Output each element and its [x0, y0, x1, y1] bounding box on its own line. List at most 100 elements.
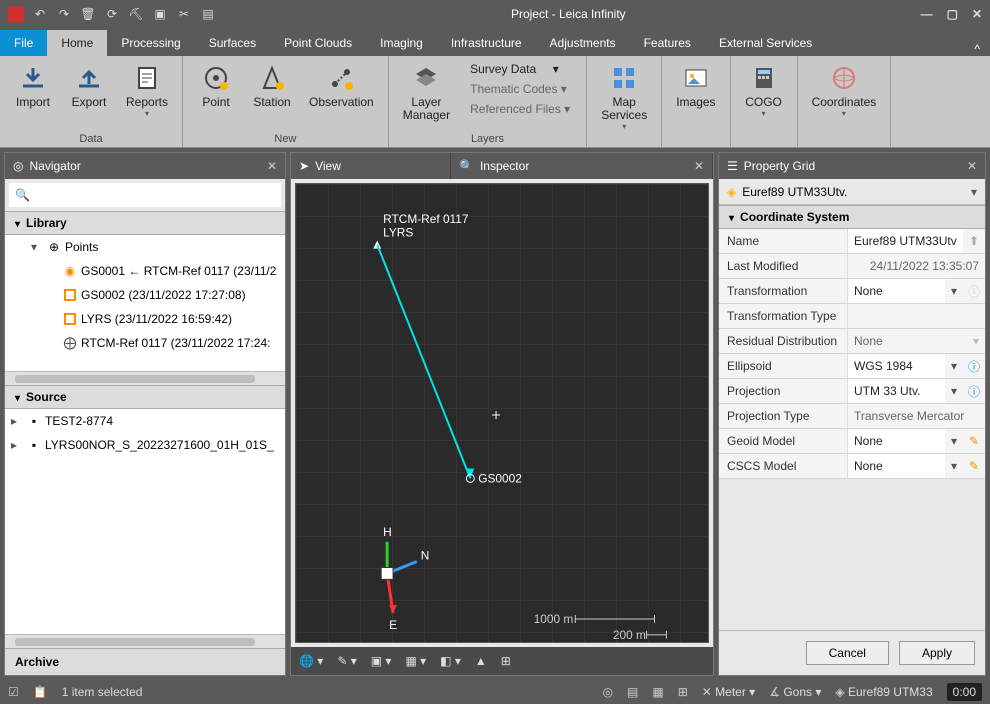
view-canvas[interactable]: RTCM-Ref 0117 LYRS GS0002 H N E — [295, 183, 709, 643]
observation-button[interactable]: Observation — [303, 58, 380, 113]
pin-icon[interactable]: ✕ — [267, 159, 277, 173]
map-services-icon — [608, 62, 640, 94]
source-item[interactable]: ▸▪ TEST2-8774 — [5, 409, 285, 433]
reports-icon — [131, 62, 163, 94]
view-title: View — [315, 159, 341, 173]
tab-file[interactable]: File — [0, 30, 47, 56]
tab-processing[interactable]: Processing — [107, 30, 194, 56]
source-item[interactable]: ▸▪ LYRS00NOR_S_20223271600_01H_01S_ — [5, 433, 285, 457]
tab-surfaces[interactable]: Surfaces — [195, 30, 270, 56]
point-item[interactable]: GS0002 (23/11/2022 17:27:08) — [5, 283, 285, 307]
info-icon[interactable]: ⓘ — [963, 383, 985, 400]
upload-icon[interactable]: ⬆ — [963, 234, 985, 248]
scrollbar[interactable] — [5, 634, 285, 648]
export-button[interactable]: Export — [64, 58, 114, 122]
cscs-select[interactable]: None — [847, 454, 945, 478]
clipboard-icon: 📋 — [33, 685, 48, 699]
transformation-select[interactable]: None — [847, 279, 945, 303]
point-item[interactable]: LYRS (23/11/2022 16:59:42) — [5, 307, 285, 331]
tab-infrastructure[interactable]: Infrastructure — [437, 30, 536, 56]
archive-header[interactable]: Archive — [5, 648, 285, 675]
import-button[interactable]: Import — [8, 58, 58, 122]
pin-icon[interactable]: ✕ — [694, 159, 704, 173]
tools-icon[interactable]: ✂ — [176, 6, 192, 22]
apply-button[interactable]: Apply — [899, 641, 975, 665]
ribbon-collapse-button[interactable]: ^ — [964, 42, 990, 56]
view-panel: ➤ View 🔍 Inspector ✕ RTCM-Ref 0117 LYRS … — [290, 152, 714, 676]
edit-icon[interactable]: ✎ — [963, 434, 985, 448]
nav-tool-icon[interactable]: ✎ ▾ — [337, 654, 356, 668]
ellipsoid-select[interactable]: WGS 1984 — [847, 354, 945, 378]
cogo-button[interactable]: COGO▾ — [739, 58, 789, 122]
cube-icon[interactable]: ▣ — [152, 6, 168, 22]
export-icon — [73, 62, 105, 94]
layout-icon[interactable]: ▤ — [200, 6, 216, 22]
coordinates-icon — [828, 62, 860, 94]
point-item[interactable]: ◉ GS0001 ← RTCM-Ref 0117 (23/11/2 — [5, 259, 285, 283]
scrollbar[interactable] — [5, 371, 285, 385]
tool-icon[interactable]: ⛏ — [128, 6, 144, 22]
geoid-select[interactable]: None — [847, 429, 945, 453]
tab-imaging[interactable]: Imaging — [366, 30, 437, 56]
tab-features[interactable]: Features — [630, 30, 705, 56]
map-services-button[interactable]: Map Services▾ — [595, 58, 653, 135]
tab-external-services[interactable]: External Services — [705, 30, 826, 56]
refresh-icon[interactable]: ⟳ — [104, 6, 120, 22]
source-header[interactable]: ▾Source — [5, 385, 285, 409]
maximize-button[interactable]: ▢ — [947, 7, 958, 21]
grid-icon[interactable]: ⊞ — [501, 654, 511, 668]
station-button[interactable]: Station — [247, 58, 297, 113]
navigator-search[interactable]: 🔍 — [9, 183, 281, 207]
undo-icon[interactable]: ↶ — [32, 6, 48, 22]
layer-manager-button[interactable]: Layer Manager — [397, 58, 456, 126]
thematic-codes-menu[interactable]: Thematic Codes ▾ — [466, 80, 574, 98]
status-icon[interactable]: ⊞ — [678, 685, 688, 699]
cancel-button[interactable]: Cancel — [806, 641, 889, 665]
points-node[interactable]: ▾⊕ Points — [5, 235, 285, 259]
import-icon — [17, 62, 49, 94]
minimize-button[interactable]: — — [921, 7, 933, 21]
extent-icon[interactable]: ▣ ▾ — [371, 654, 392, 668]
transformation-type-value — [847, 304, 985, 328]
globe-icon[interactable]: 🌐 ▾ — [299, 654, 323, 668]
property-title: Property Grid — [744, 159, 815, 173]
referenced-files-menu[interactable]: Referenced Files ▾ — [466, 100, 574, 118]
library-header[interactable]: ▾Library — [5, 211, 285, 235]
status-icon[interactable]: ▤ — [627, 685, 638, 699]
info-icon[interactable]: ⓘ — [963, 283, 985, 300]
reports-button[interactable]: Reports▾ — [120, 58, 174, 122]
images-button[interactable]: Images — [670, 58, 721, 113]
inspector-icon: 🔍 — [459, 159, 474, 173]
inspector-title: Inspector — [480, 159, 529, 173]
pin-icon[interactable]: ✕ — [967, 159, 977, 173]
close-button[interactable]: ✕ — [972, 7, 982, 21]
tab-home[interactable]: Home — [47, 30, 107, 56]
search-input[interactable] — [34, 188, 275, 202]
cube-icon[interactable]: ▦ ▾ — [405, 654, 426, 668]
status-icon[interactable]: ▦ — [652, 685, 663, 699]
coordinates-button[interactable]: Coordinates▾ — [806, 58, 883, 122]
info-icon[interactable]: ⓘ — [963, 358, 985, 375]
terrain-icon[interactable]: ▲ — [475, 654, 487, 668]
svg-text:GS0002: GS0002 — [478, 471, 522, 485]
unit-meter[interactable]: ✕ Meter ▾ — [702, 685, 755, 699]
svg-text:200 m: 200 m — [613, 628, 646, 642]
tab-adjustments[interactable]: Adjustments — [536, 30, 630, 56]
edit-icon[interactable]: ✎ — [963, 459, 985, 473]
shade-icon[interactable]: ◧ ▾ — [440, 654, 461, 668]
unit-gons[interactable]: ∡ Gons ▾ — [769, 685, 821, 699]
ribbon-tabs: File Home Processing Surfaces Point Clou… — [0, 28, 990, 56]
property-context-selector[interactable]: ◈ Euref89 UTM33Utv. ▾ — [719, 179, 985, 205]
survey-data-menu[interactable]: Survey Data ▾ — [466, 60, 574, 78]
point-item[interactable]: RTCM-Ref 0117 (23/11/2022 17:24: — [5, 331, 285, 355]
points-icon: ⊕ — [47, 240, 61, 254]
status-icon[interactable]: ◎ — [603, 685, 613, 699]
delete-icon[interactable]: 🗑 — [80, 6, 96, 22]
coord-system-status[interactable]: ◈ Euref89 UTM33 — [835, 685, 932, 699]
coord-system-header[interactable]: ▾Coordinate System — [719, 205, 985, 229]
name-field[interactable]: Euref89 UTM33Utv — [847, 229, 963, 253]
tab-point-clouds[interactable]: Point Clouds — [270, 30, 366, 56]
projection-select[interactable]: UTM 33 Utv. — [847, 379, 945, 403]
redo-icon[interactable]: ↷ — [56, 6, 72, 22]
point-button[interactable]: Point — [191, 58, 241, 113]
